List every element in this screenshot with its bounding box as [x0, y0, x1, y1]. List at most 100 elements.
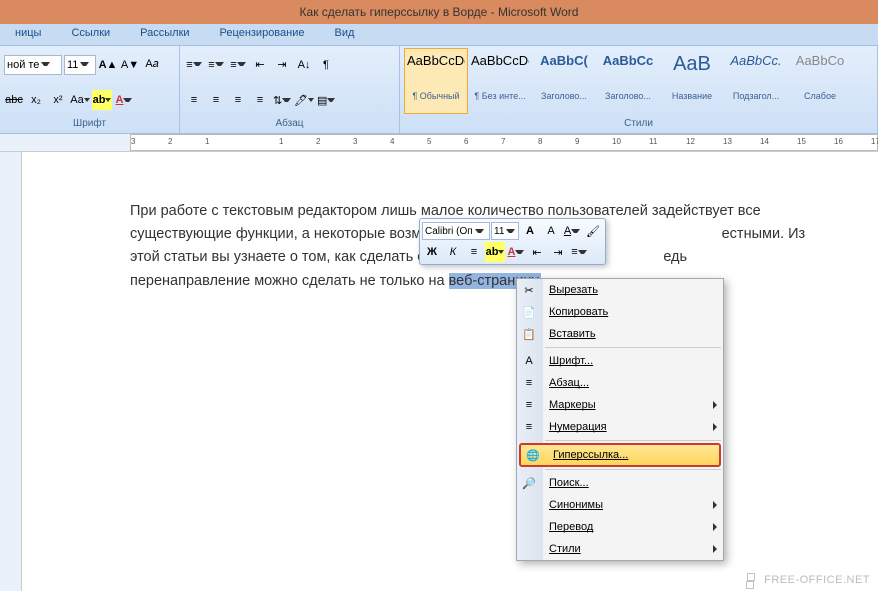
ctx-synonyms[interactable]: Синонимы: [517, 494, 723, 516]
paragraph-group: ≡ ≡ ≡ ⇤ ⇥ A↓ ¶ ≡ ≡ ≡ ≡ ⇅ 🖊 ▤ Абзац: [180, 46, 400, 133]
strikethrough-button[interactable]: abc: [4, 90, 24, 110]
hyperlink-icon: 🌐: [525, 447, 541, 463]
ruler-tick: 4: [390, 137, 394, 146]
style-heading2[interactable]: AaBbCcЗаголово...: [596, 48, 660, 114]
mini-grow-font[interactable]: A: [520, 221, 540, 241]
search-icon: 🔎: [521, 475, 537, 491]
superscript-button[interactable]: x²: [48, 90, 68, 110]
style-heading1[interactable]: AaBbC(Заголово...: [532, 48, 596, 114]
ruler-tick: 5: [427, 137, 431, 146]
mini-font-combo[interactable]: Calibri (Оп: [422, 222, 490, 240]
subscript-button[interactable]: x₂: [26, 90, 46, 110]
mini-size-combo[interactable]: 11: [491, 222, 519, 240]
tab-view[interactable]: Вид: [320, 24, 370, 45]
ruler-tick: 2: [316, 137, 320, 146]
styles-gallery[interactable]: AaBbCcDc¶ Обычный AaBbCcDc¶ Без инте... …: [404, 48, 873, 114]
ctx-paragraph[interactable]: ≡Абзац...: [517, 372, 723, 394]
windows-icon: [747, 573, 761, 587]
font-name-combo[interactable]: ной те: [4, 55, 62, 75]
align-right-button[interactable]: ≡: [228, 90, 248, 110]
ruler-tick: 1: [279, 137, 283, 146]
mini-highlight[interactable]: ab: [485, 242, 505, 262]
decrease-indent-button[interactable]: ⇤: [250, 55, 270, 75]
ctx-copy[interactable]: 📄Копировать: [517, 301, 723, 323]
left-margin: [0, 152, 22, 591]
mini-styles[interactable]: A: [562, 221, 582, 241]
watermark: FREE-OFFICE.NET: [747, 573, 870, 587]
style-title[interactable]: AaBНазвание: [660, 48, 724, 114]
ruler-tick: 17: [871, 137, 878, 146]
submenu-arrow-icon: [713, 501, 717, 509]
numbering-icon: ≡: [521, 419, 537, 435]
horizontal-ruler[interactable]: 3211234567891011121314151617: [0, 134, 878, 152]
shading-button[interactable]: 🖊: [294, 90, 314, 110]
show-marks-button[interactable]: ¶: [316, 55, 336, 75]
align-center-button[interactable]: ≡: [206, 90, 226, 110]
ctx-font[interactable]: AШрифт...: [517, 350, 723, 372]
copy-icon: 📄: [521, 304, 537, 320]
ctx-cut[interactable]: ✂Вырезать: [517, 279, 723, 301]
submenu-arrow-icon: [713, 423, 717, 431]
sort-button[interactable]: A↓: [294, 55, 314, 75]
mini-decrease-indent[interactable]: ⇤: [527, 242, 547, 262]
change-case-button[interactable]: Aa: [70, 90, 90, 110]
ctx-hyperlink[interactable]: 🌐Гиперссылка...: [519, 443, 721, 467]
cut-icon: ✂: [521, 282, 537, 298]
clear-formatting-button[interactable]: A𝑎: [142, 55, 162, 75]
ruler-tick: 8: [538, 137, 542, 146]
ruler-tick: 3: [131, 137, 135, 146]
mini-bullets[interactable]: ≡: [569, 242, 589, 262]
context-menu: ✂Вырезать 📄Копировать 📋Вставить AШрифт..…: [516, 278, 724, 561]
paragraph-icon: ≡: [521, 375, 537, 391]
style-subtle[interactable]: AaBbCoСлабое: [788, 48, 852, 114]
ruler-tick: 2: [168, 137, 172, 146]
line-spacing-button[interactable]: ⇅: [272, 90, 292, 110]
justify-button[interactable]: ≡: [250, 90, 270, 110]
font-group-label: Шрифт: [4, 117, 175, 131]
font-size-combo[interactable]: 11: [64, 55, 96, 75]
shrink-font-button[interactable]: A▼: [120, 55, 140, 75]
ruler-tick: 13: [723, 137, 732, 146]
font-icon: A: [521, 353, 537, 369]
numbering-button[interactable]: ≡: [206, 55, 226, 75]
styles-group: AaBbCcDc¶ Обычный AaBbCcDc¶ Без инте... …: [400, 46, 878, 133]
ctx-styles[interactable]: Стили: [517, 538, 723, 560]
styles-group-label: Стили: [404, 117, 873, 131]
borders-button[interactable]: ▤: [316, 90, 336, 110]
style-normal[interactable]: AaBbCcDc¶ Обычный: [404, 48, 468, 114]
tab-page[interactable]: ницы: [0, 24, 56, 45]
font-group: ной те 11 A▲ A▼ A𝑎 abc x₂ x² Aa ab A Шри…: [0, 46, 180, 133]
tab-review[interactable]: Рецензирование: [205, 24, 320, 45]
mini-format-painter[interactable]: 🖌: [583, 221, 603, 241]
title-bar: Как сделать гиперссылку в Ворде - Micros…: [0, 0, 878, 24]
mini-font-color[interactable]: A: [506, 242, 526, 262]
ctx-paste[interactable]: 📋Вставить: [517, 323, 723, 345]
mini-bold[interactable]: Ж: [422, 242, 442, 262]
tab-references[interactable]: Ссылки: [56, 24, 125, 45]
bullets-button[interactable]: ≡: [184, 55, 204, 75]
align-left-button[interactable]: ≡: [184, 90, 204, 110]
grow-font-button[interactable]: A▲: [98, 55, 118, 75]
ruler-tick: 3: [353, 137, 357, 146]
highlight-button[interactable]: ab: [92, 90, 112, 110]
ctx-numbering[interactable]: ≡Нумерация: [517, 416, 723, 438]
mini-shrink-font[interactable]: A: [541, 221, 561, 241]
mini-toolbar: Calibri (Оп 11 A A A 🖌 Ж К ≡ ab A ⇤ ⇥ ≡: [419, 218, 606, 265]
style-no-spacing[interactable]: AaBbCcDc¶ Без инте...: [468, 48, 532, 114]
ruler-tick: 9: [575, 137, 579, 146]
multilevel-list-button[interactable]: ≡: [228, 55, 248, 75]
ctx-lookup[interactable]: 🔎Поиск...: [517, 472, 723, 494]
ctx-bullets[interactable]: ≡Маркеры: [517, 394, 723, 416]
style-subtitle[interactable]: AaBbCc.Подзагол...: [724, 48, 788, 114]
mini-increase-indent[interactable]: ⇥: [548, 242, 568, 262]
font-color-button[interactable]: A: [114, 90, 134, 110]
ruler-tick: 15: [797, 137, 806, 146]
bullets-icon: ≡: [521, 397, 537, 413]
mini-center[interactable]: ≡: [464, 242, 484, 262]
mini-italic[interactable]: К: [443, 242, 463, 262]
ruler-tick: 14: [760, 137, 769, 146]
tab-mailings[interactable]: Рассылки: [125, 24, 204, 45]
ctx-translate[interactable]: Перевод: [517, 516, 723, 538]
submenu-arrow-icon: [713, 401, 717, 409]
increase-indent-button[interactable]: ⇥: [272, 55, 292, 75]
